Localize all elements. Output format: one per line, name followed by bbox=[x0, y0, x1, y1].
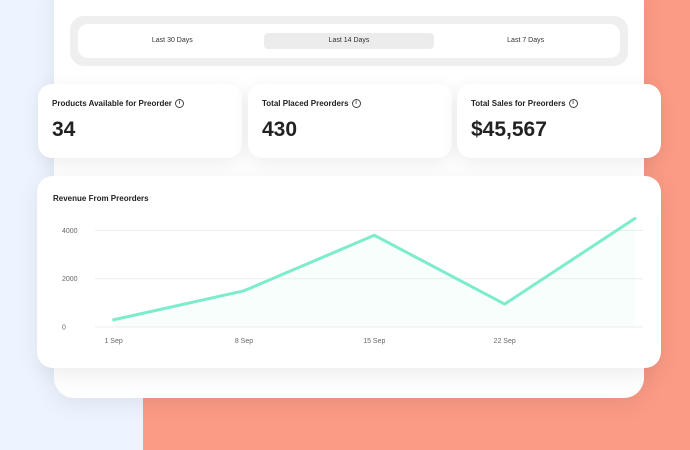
stat-card-total-sales: Total Sales for Preorders i $45,567 bbox=[457, 84, 661, 158]
data-point bbox=[242, 289, 245, 292]
stat-card-products-available: Products Available for Preorder i 34 bbox=[38, 84, 242, 158]
revenue-chart-card: Revenue From Preorders 0 2000 4000 1 Sep 8 S… bbox=[37, 176, 661, 368]
x-tick-label: 1 Sep bbox=[104, 338, 122, 345]
stat-label-row: Total Placed Preorders i bbox=[262, 99, 438, 108]
stat-label-row: Products Available for Preorder i bbox=[52, 99, 228, 108]
stat-label-row: Total Sales for Preorders i bbox=[471, 99, 647, 108]
info-icon[interactable]: i bbox=[568, 99, 578, 108]
stat-label: Products Available for Preorder bbox=[52, 99, 172, 108]
revenue-line-chart: 0 2000 4000 1 Sep 8 Sep 15 Sep 22 Sep bbox=[62, 216, 643, 345]
date-range-filter: Last 30 Days Last 14 Days Last 7 Days bbox=[70, 16, 628, 66]
stat-card-placed-preorders: Total Placed Preorders i 430 bbox=[248, 84, 452, 158]
stat-value: 430 bbox=[262, 118, 298, 141]
info-icon[interactable]: i bbox=[351, 99, 361, 108]
y-tick-label: 4000 bbox=[62, 228, 78, 235]
stat-label: Total Sales for Preorders bbox=[471, 99, 566, 108]
tab-last-7-days[interactable]: Last 7 Days bbox=[441, 33, 611, 49]
data-point bbox=[112, 318, 115, 321]
date-range-tabs: Last 30 Days Last 14 Days Last 7 Days bbox=[78, 24, 620, 58]
y-tick-label: 0 bbox=[62, 325, 66, 332]
x-tick-label: 8 Sep bbox=[235, 338, 253, 345]
x-tick-label: 15 Sep bbox=[363, 338, 385, 345]
x-tick-label: 22 Sep bbox=[494, 338, 516, 345]
tab-last-30-days[interactable]: Last 30 Days bbox=[87, 33, 257, 49]
stat-value: 34 bbox=[52, 118, 76, 141]
data-point bbox=[503, 303, 506, 306]
stat-label: Total Placed Preorders bbox=[262, 99, 349, 108]
stat-value: $45,567 bbox=[471, 118, 547, 141]
data-point bbox=[373, 234, 376, 237]
data-point bbox=[634, 217, 637, 220]
y-tick-label: 2000 bbox=[62, 276, 78, 283]
tab-last-14-days[interactable]: Last 14 Days bbox=[263, 33, 434, 49]
info-icon[interactable]: i bbox=[174, 99, 184, 108]
